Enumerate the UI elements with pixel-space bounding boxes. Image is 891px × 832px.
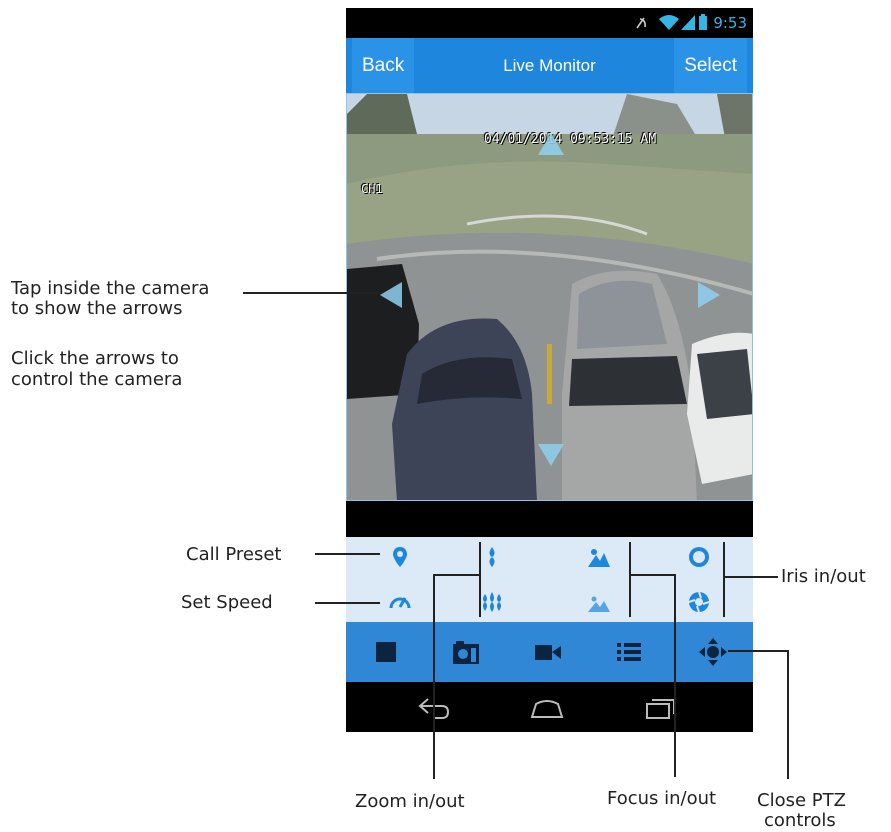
ptz-control-panel [346,537,753,622]
annotation-set-speed: Set Speed [181,592,273,613]
callout-line-call-preset [315,553,380,555]
zoom-in-icon[interactable] [480,545,504,569]
callout-line-set-speed [315,602,380,604]
camera-scene [347,94,752,500]
annotation-close-line2: controls [764,810,836,831]
callout-line-zoom-h [433,574,480,576]
callout-line-close-h [728,650,788,652]
snapshot-icon[interactable] [452,638,480,666]
video-timestamp: 04/01/2014 09:53:15 AM [484,132,657,147]
iris-in-icon[interactable] [687,545,711,569]
callout-line-iris-h [723,576,778,578]
focus-out-icon[interactable] [587,590,611,614]
back-button[interactable]: Back [352,38,415,93]
zoom-out-icon[interactable] [480,590,504,614]
annotation-tap-line2: to show the arrows [11,298,183,319]
bottom-toolbar [346,622,753,682]
phone-screen: 9:53 Live Monitor Back Select 04/01/2014… [346,8,753,732]
annotation-click-line2: control the camera [11,369,183,390]
set-speed-icon[interactable] [388,590,412,614]
annotation-iris: Iris in/out [781,566,866,587]
home-nav-icon[interactable] [530,694,564,720]
callout-line-zoom-right [479,542,481,617]
pan-left-arrow-icon[interactable] [380,282,402,308]
callout-line-iris-v [723,542,725,617]
signal-icon [681,15,695,30]
annotation-zoom: Zoom in/out [355,791,465,812]
callout-line-focus-h [629,574,675,576]
wifi-icon [659,15,679,30]
battery-icon [699,14,707,30]
ptz-icon[interactable] [699,638,727,666]
annotation-tap-line1: Tap inside the camera [11,278,210,299]
status-time: 9:53 [713,14,747,32]
callout-line-focus-left [629,542,631,617]
mute-icon [636,17,646,29]
call-preset-icon[interactable] [388,545,412,569]
recent-apps-icon[interactable] [644,694,678,720]
system-nav-bar [346,682,753,732]
iris-out-icon[interactable] [687,590,711,614]
pan-down-arrow-icon[interactable] [538,444,564,466]
annotation-close-line1: Close PTZ [757,790,846,811]
record-icon[interactable] [534,638,562,666]
callout-line-tap [243,292,378,294]
callout-line-close-v [787,650,789,779]
camera-video-feed[interactable]: 04/01/2014 09:53:15 AM CH1 [346,93,753,501]
app-bar: Live Monitor Back Select [346,38,753,93]
list-icon[interactable] [615,638,643,666]
video-info-bar [346,501,753,537]
stop-icon[interactable] [372,638,400,666]
annotation-call-preset: Call Preset [186,544,282,565]
callout-line-zoom-down [433,574,435,779]
focus-in-icon[interactable] [587,545,611,569]
channel-label: CH1 [361,182,383,196]
pan-up-arrow-icon[interactable] [538,133,564,155]
pan-right-arrow-icon[interactable] [698,282,720,308]
annotation-focus: Focus in/out [607,788,717,809]
callout-line-focus-down [674,574,676,777]
status-bar: 9:53 [346,8,753,38]
select-button[interactable]: Select [674,38,747,93]
annotation-click-line1: Click the arrows to [11,348,179,369]
